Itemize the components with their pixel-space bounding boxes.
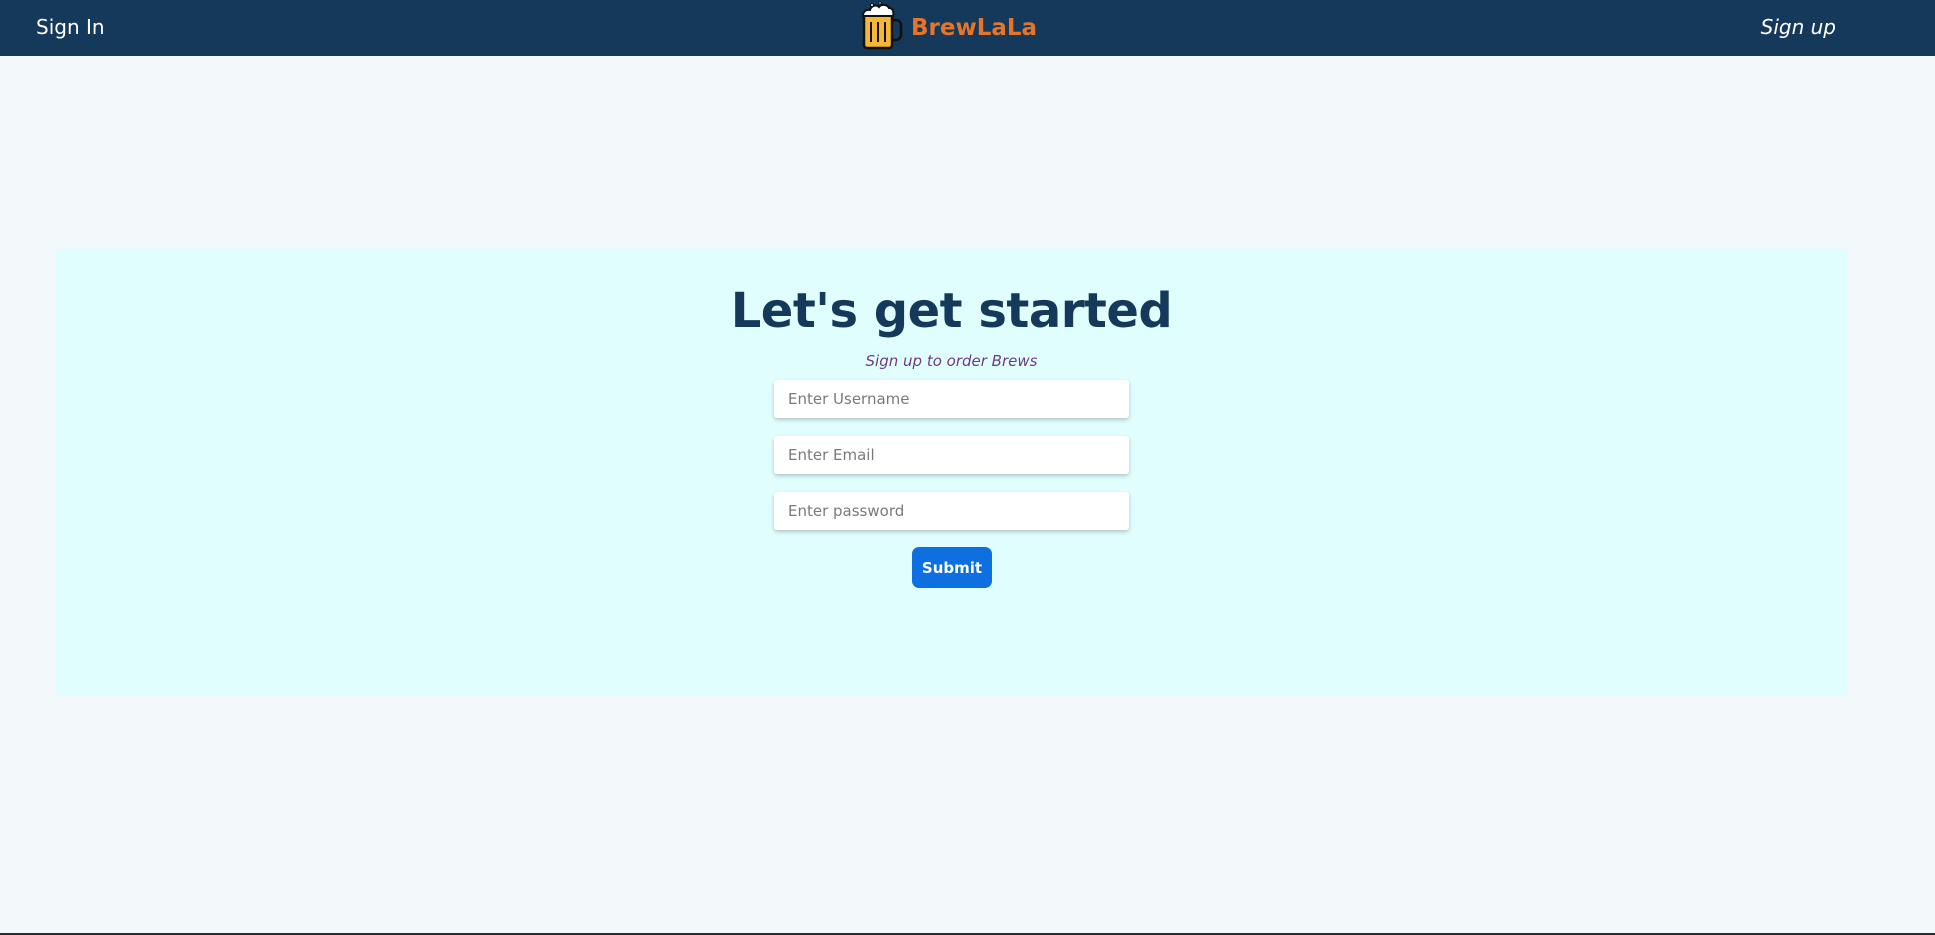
top-navbar: Sign In BrewLaLa Sign up	[0, 0, 1935, 56]
sign-up-link[interactable]: Sign up	[1761, 15, 1836, 39]
brand-name: BrewLaLa	[911, 15, 1038, 41]
beer-mug-icon	[858, 0, 904, 56]
page-title: Let's get started	[730, 283, 1173, 339]
page-subtitle: Sign up to order Brews	[865, 352, 1038, 370]
signup-panel: Let's get started Sign up to order Brews…	[56, 249, 1847, 695]
brand-logo-link[interactable]: BrewLaLa	[858, 1, 1037, 55]
email-input[interactable]	[774, 436, 1129, 474]
submit-button[interactable]: Submit	[912, 547, 992, 588]
username-input[interactable]	[774, 380, 1129, 418]
password-input[interactable]	[774, 492, 1129, 530]
sign-in-link[interactable]: Sign In	[36, 15, 105, 39]
